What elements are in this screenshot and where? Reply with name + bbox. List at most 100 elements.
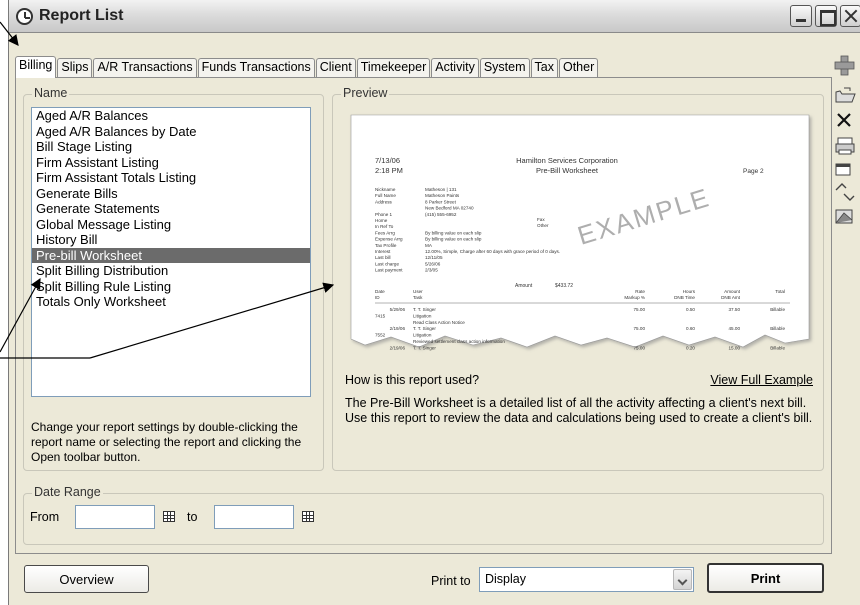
calendar-icon xyxy=(163,511,175,522)
name-group: Name Aged A/R Balances Aged A/R Balances… xyxy=(23,86,324,471)
list-item[interactable]: Split Billing Rule Listing xyxy=(32,279,310,295)
report-preview-image: 7/13/06 2:18 PM Hamilton Services Corpor… xyxy=(350,114,810,350)
overview-button[interactable]: Overview xyxy=(24,565,149,593)
tab-system[interactable]: System xyxy=(479,58,530,78)
sample-cell: 45.00 xyxy=(729,326,741,331)
report-category-tabs: Billing Slips A/R Transactions Funds Tra… xyxy=(15,56,599,78)
preview-group: Preview 7/13/06 2:18 PM Hamilton Service… xyxy=(332,86,824,471)
sample-cell: 5/29/06 xyxy=(390,307,406,312)
sample-cell: 2/19/06 xyxy=(390,345,406,350)
sample-field-label: Interest xyxy=(375,249,391,254)
print-to-value: Display xyxy=(485,572,526,586)
sample-field-label: In Ref To xyxy=(375,224,394,229)
list-item[interactable]: Aged A/R Balances by Date xyxy=(32,124,310,140)
tab-slips[interactable]: Slips xyxy=(57,58,93,78)
tab-timekeeper[interactable]: Timekeeper xyxy=(356,58,431,78)
sample-cell: 2/19/06 xyxy=(390,326,406,331)
sample-field-value: 2/3/05 xyxy=(425,268,438,273)
sample-field-label: Nickname xyxy=(375,187,396,192)
sample-cell: Reviewed settlement class action informa… xyxy=(413,339,505,344)
window-title: Report List xyxy=(39,7,124,24)
sample-cell: Litigation xyxy=(413,333,432,338)
report-name-list[interactable]: Aged A/R Balances Aged A/R Balances by D… xyxy=(31,107,311,397)
sample-cell: 75.00 xyxy=(634,307,646,312)
from-date-input[interactable] xyxy=(75,505,155,529)
sample-field-value: 5/26/06 xyxy=(425,261,441,266)
tab-panel: Name Aged A/R Balances Aged A/R Balances… xyxy=(15,77,832,554)
print-button[interactable]: Print xyxy=(707,563,824,593)
sample-field-value: 12/11/05 xyxy=(425,255,443,260)
to-calendar-button[interactable] xyxy=(298,507,318,527)
copy-icon[interactable] xyxy=(835,163,851,176)
minimize-button[interactable] xyxy=(790,5,812,27)
sample-amount-value: $433.72 xyxy=(555,283,573,289)
tab-ar-transactions[interactable]: A/R Transactions xyxy=(93,58,197,78)
sample-cell: Read Class Action Notice xyxy=(413,320,465,325)
list-item[interactable]: Generate Bills xyxy=(32,186,310,202)
tab-billing[interactable]: Billing xyxy=(15,56,57,78)
image-icon[interactable] xyxy=(835,209,853,224)
sample-cell: T. T. Singer xyxy=(413,307,436,312)
sample-field-label: Last charge xyxy=(375,261,399,266)
sample-field-label: Address xyxy=(375,199,393,204)
sample-cell: Litigation xyxy=(413,313,432,318)
sample-field-value: By billing value on each slip xyxy=(425,237,482,242)
tab-client[interactable]: Client xyxy=(315,58,356,78)
sample-field-label: Phone 1 xyxy=(375,212,393,217)
sample-column-header: Date xyxy=(375,289,385,294)
view-full-example-link[interactable]: View Full Example xyxy=(710,373,813,387)
sample-field-label: Fees Arrg xyxy=(375,230,395,235)
sample-cell: 37.50 xyxy=(729,307,741,312)
sample-field-label: Home xyxy=(375,218,388,223)
list-item-selected[interactable]: Pre-bill Worksheet xyxy=(32,247,310,263)
name-group-label: Name xyxy=(32,86,70,100)
sample-cell: Billable xyxy=(770,326,785,331)
tab-other[interactable]: Other xyxy=(558,58,599,78)
sample-field-value: 8 Parker Street xyxy=(425,199,457,204)
list-item[interactable]: Generate Statements xyxy=(32,201,310,217)
close-button[interactable] xyxy=(840,5,860,27)
open-folder-icon[interactable] xyxy=(835,87,856,103)
title-bar[interactable]: Report List xyxy=(9,0,860,33)
list-item[interactable]: Aged A/R Balances xyxy=(32,108,310,124)
sample-field-label: Tax Profile xyxy=(375,243,397,248)
sample-cell: 75.00 xyxy=(634,345,646,350)
tab-activity[interactable]: Activity xyxy=(431,58,479,78)
sample-date: 7/13/06 xyxy=(375,156,400,165)
sample-page: Page 2 xyxy=(743,168,764,175)
sample-field-label: Last payment xyxy=(375,268,403,273)
print-icon[interactable] xyxy=(835,137,855,155)
sample-company: Hamilton Services Corporation xyxy=(516,156,618,165)
sample-cell: 7552 xyxy=(375,333,386,338)
sample-cell: 0.20 xyxy=(686,345,695,350)
to-date-input[interactable] xyxy=(214,505,294,529)
print-to-select[interactable]: Display xyxy=(479,567,694,592)
tab-tax[interactable]: Tax xyxy=(530,58,558,78)
list-item[interactable]: History Bill xyxy=(32,232,310,248)
add-icon[interactable] xyxy=(834,55,855,76)
list-item[interactable]: Totals Only Worksheet xyxy=(32,294,310,310)
list-item[interactable]: Bill Stage Listing xyxy=(32,139,310,155)
chevron-down-icon[interactable] xyxy=(673,569,692,590)
link-icon[interactable] xyxy=(835,183,855,201)
sample-cell: 15.00 xyxy=(729,345,741,350)
sample-field-value: (415) 555-6952 xyxy=(425,212,457,217)
list-item[interactable]: Firm Assistant Totals Listing xyxy=(32,170,310,186)
sample-amount-label: Amount xyxy=(515,283,533,289)
sample-column-header: DNB Time xyxy=(674,295,695,300)
sample-field-label: Expense Arrg xyxy=(375,237,403,242)
tab-funds-transactions[interactable]: Funds Transactions xyxy=(197,58,315,78)
list-item[interactable]: Split Billing Distribution xyxy=(32,263,310,279)
list-item[interactable]: Firm Assistant Listing xyxy=(32,155,310,171)
preview-group-label: Preview xyxy=(341,86,390,100)
date-range-label: Date Range xyxy=(32,485,103,499)
sample-column-header: DNB Amt xyxy=(721,295,741,300)
sample-column-header: Total xyxy=(775,289,785,294)
sample-field-value: Matheson Paints xyxy=(425,193,460,198)
sample-cell: 7415 xyxy=(375,313,386,318)
delete-icon[interactable] xyxy=(837,113,851,127)
from-calendar-button[interactable] xyxy=(159,507,179,527)
sample-cell: 0.60 xyxy=(686,326,695,331)
list-item[interactable]: Global Message Listing xyxy=(32,217,310,233)
maximize-button[interactable] xyxy=(815,5,837,27)
